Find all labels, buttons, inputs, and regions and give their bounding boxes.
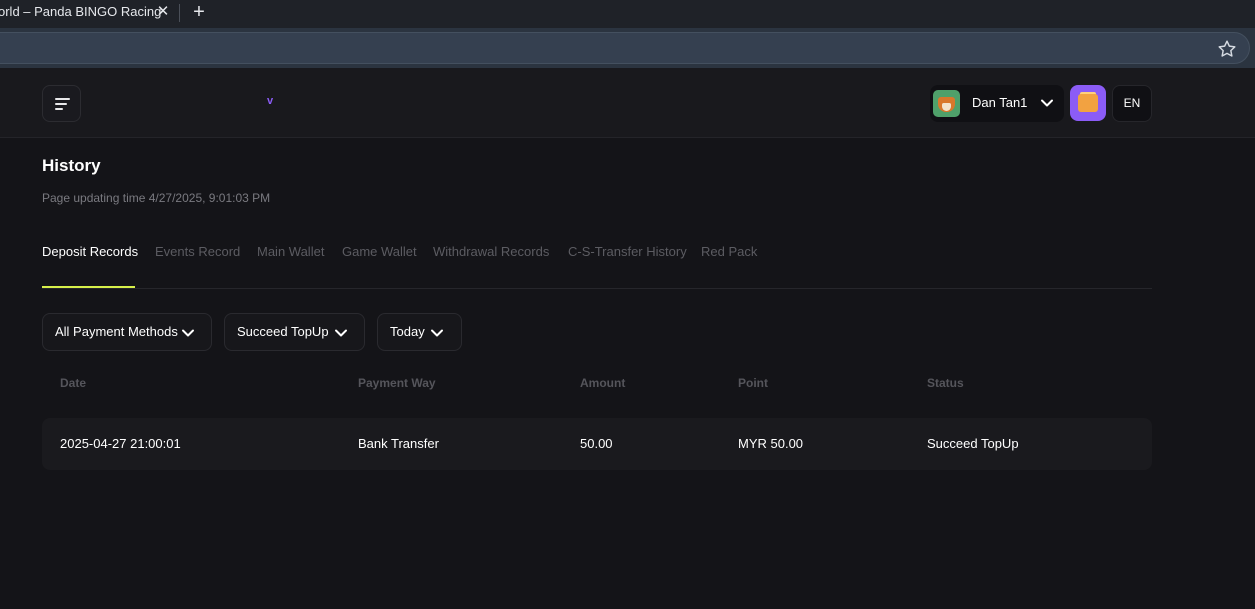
browser-tabbar: orld – Panda BINGO Racing ✕ + — [0, 0, 1255, 28]
status-value: Succeed TopUp — [237, 324, 329, 339]
cell-status: Succeed TopUp — [927, 436, 1019, 451]
tab-events-record[interactable]: Events Record — [155, 244, 240, 259]
tab-deposit-records[interactable]: Deposit Records — [42, 244, 138, 259]
address-bar[interactable] — [0, 32, 1250, 64]
tab-withdrawal-records[interactable]: Withdrawal Records — [433, 244, 549, 259]
tab-main-wallet[interactable]: Main Wallet — [257, 244, 324, 259]
menu-line-icon — [55, 103, 67, 105]
tab-divider — [179, 4, 180, 22]
browser-tab[interactable]: orld – Panda BINGO Racing ✕ — [0, 0, 176, 28]
menu-line-icon — [55, 108, 63, 110]
payment-method-value: All Payment Methods — [55, 324, 178, 339]
chevron-down-icon — [1041, 99, 1053, 107]
tab-red-pack[interactable]: Red Pack — [701, 244, 757, 259]
tab-game-wallet[interactable]: Game Wallet — [342, 244, 417, 259]
status-select[interactable]: Succeed TopUp — [224, 313, 365, 351]
chevron-down-icon — [431, 329, 443, 337]
chevron-down-icon — [182, 329, 194, 337]
cell-date: 2025-04-27 21:00:01 — [60, 436, 181, 451]
period-value: Today — [390, 324, 425, 339]
active-tab-indicator — [42, 286, 135, 288]
menu-line-icon — [55, 98, 70, 100]
new-tab-icon[interactable]: + — [189, 2, 209, 22]
bookmark-star-icon[interactable] — [1216, 38, 1238, 60]
language-button[interactable]: EN — [1112, 85, 1152, 122]
avatar — [933, 90, 960, 117]
payment-method-select[interactable]: All Payment Methods — [42, 313, 212, 351]
site-logo[interactable]: v — [267, 95, 273, 107]
page-title: History — [42, 156, 101, 175]
cell-point: MYR 50.00 — [738, 436, 804, 451]
column-header-status: Status — [927, 376, 964, 390]
browser-tab-title: orld – Panda BINGO Racing — [0, 4, 162, 19]
history-tabs: Deposit Records Events Record Main Walle… — [42, 244, 1152, 289]
chevron-down-icon — [335, 329, 347, 337]
tab-c-s-transfer-history[interactable]: C-S-Transfer History — [568, 244, 687, 259]
page: v Dan Tan1 EN History Page updating time… — [0, 68, 1255, 609]
column-header-payment-way: Payment Way — [358, 376, 436, 390]
browser-toolbar — [0, 28, 1255, 68]
close-tab-icon[interactable]: ✕ — [155, 4, 171, 20]
column-header-amount: Amount — [580, 376, 626, 390]
cell-amount: 50.00 — [580, 436, 613, 451]
cell-payment-way: Bank Transfer — [358, 436, 439, 451]
period-select[interactable]: Today — [377, 313, 462, 351]
column-header-date: Date — [60, 376, 87, 390]
column-header-point: Point — [738, 376, 768, 390]
page-update-time: Page updating time 4/27/2025, 9:01:03 PM — [42, 191, 271, 205]
user-name: Dan Tan1 — [972, 95, 1028, 110]
wallet-body — [1078, 94, 1098, 112]
menu-toggle-button[interactable] — [42, 85, 81, 122]
site-header: v Dan Tan1 EN — [0, 68, 1255, 138]
wallet-button[interactable] — [1070, 85, 1106, 121]
user-menu-button[interactable]: Dan Tan1 — [930, 85, 1064, 122]
